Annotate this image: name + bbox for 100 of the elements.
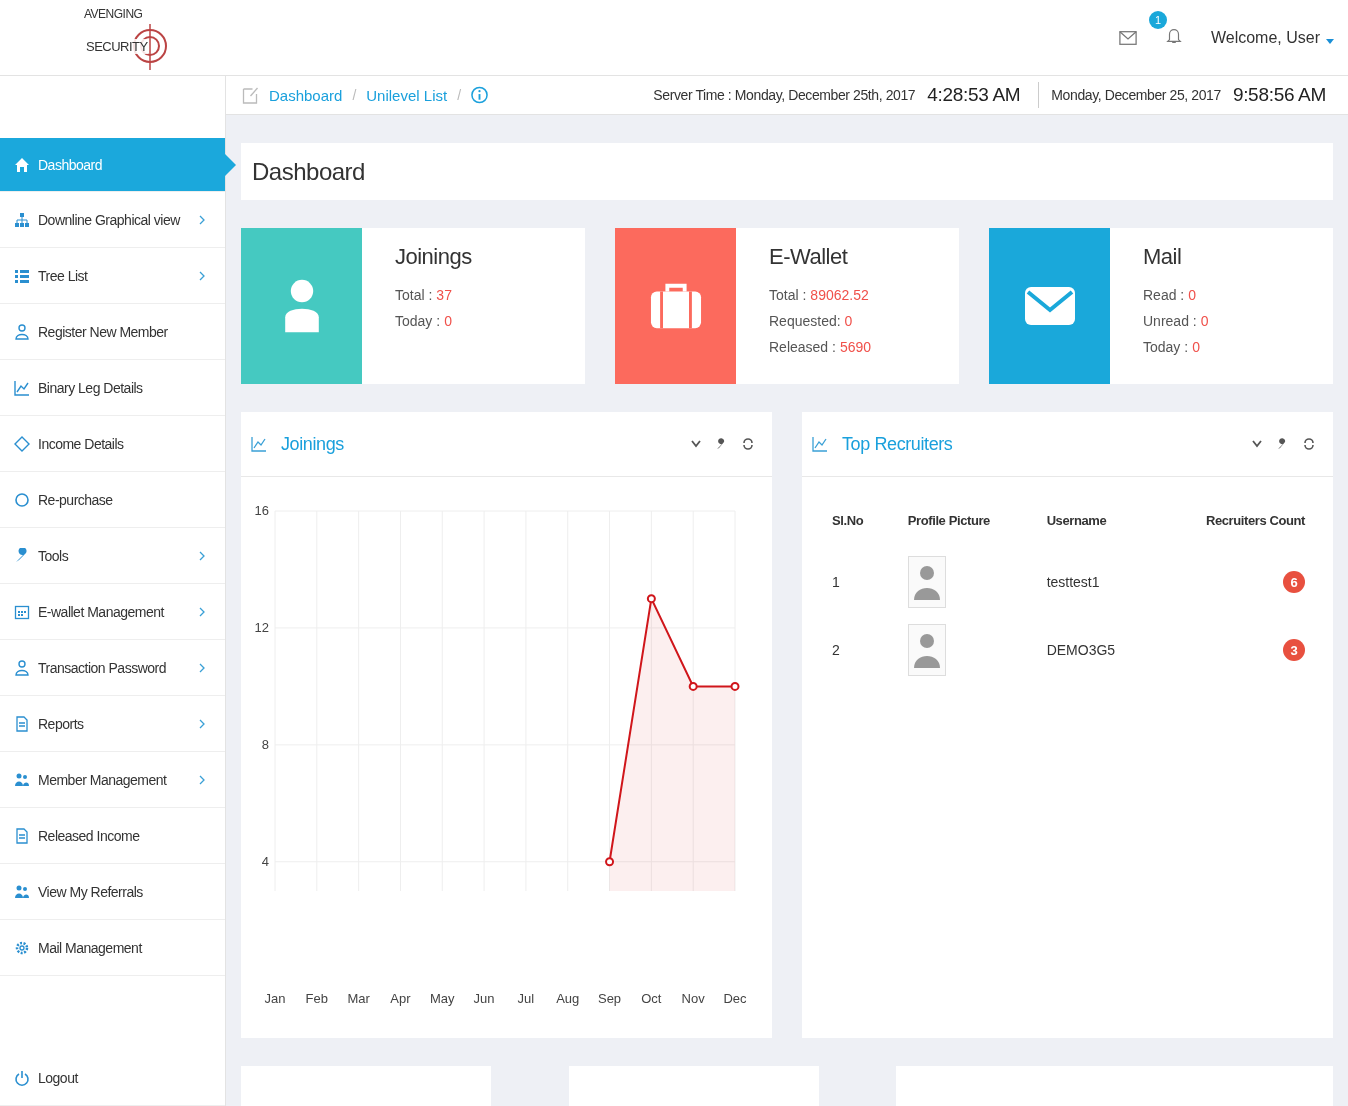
bell-icon[interactable] (1164, 26, 1183, 45)
chart-icon (812, 436, 828, 452)
stat-title: Mail (1143, 244, 1183, 270)
logo-text: SECURITY (86, 38, 148, 54)
stat-value: 37 (436, 287, 452, 303)
stat-value: 0 (1192, 339, 1200, 355)
x-tick-label: May (430, 991, 455, 1006)
stat-label: Today : (395, 313, 441, 329)
sidebar-item[interactable]: Register New Member (0, 304, 225, 360)
sidebar-item[interactable]: View My Referrals (0, 864, 225, 920)
chevron-icon (199, 774, 205, 785)
table-cell: 1 (832, 574, 840, 590)
y-tick-label: 4 (261, 853, 269, 869)
stat-value: 0 (844, 313, 853, 329)
notification-badge: 1 (1148, 10, 1167, 29)
breadcrumb-separator: / (352, 87, 357, 103)
column-header: Profile Picture (907, 513, 990, 528)
stat-value: 0 (444, 313, 452, 329)
calendar-icon (14, 603, 30, 620)
stat-label: Unread : (1143, 313, 1197, 329)
stat-label: Requested: (769, 313, 841, 329)
users-icon (14, 771, 30, 788)
gear-icon (14, 939, 30, 956)
sidebar-item[interactable]: Binary Leg Details (0, 360, 225, 416)
power-icon (14, 1069, 30, 1086)
stat-value: 0 (1200, 313, 1209, 329)
stat-label: Released : (769, 339, 836, 355)
column-header: Sl.No (832, 513, 864, 528)
logout-link[interactable]: Logout (0, 1050, 225, 1106)
panel-title: Joinings (281, 433, 344, 455)
x-tick-label: Sep (598, 991, 622, 1006)
local-time: 9:58:56 AM (1232, 84, 1326, 106)
person-icon (14, 659, 30, 676)
sidebar-item[interactable]: Mail Management (0, 920, 225, 976)
local-date: Monday, December 25, 2017 (1051, 87, 1221, 103)
stat-title: Joinings (395, 244, 472, 270)
data-point (688, 681, 698, 691)
sidebar-item[interactable]: Tools (0, 528, 225, 584)
users-icon (14, 883, 30, 900)
column-header: Username (1046, 513, 1107, 528)
avatar-icon (907, 624, 946, 676)
diamond-icon (14, 435, 30, 452)
chevron-icon (199, 550, 205, 561)
count-badge: 3 (1283, 639, 1305, 661)
x-tick-label: Feb (305, 991, 328, 1006)
stat-label: Total : (395, 287, 433, 303)
collapse-icon[interactable] (1251, 438, 1263, 450)
stat-label: Total : (769, 287, 807, 303)
stat-label: Read : (1143, 287, 1185, 303)
data-point (605, 857, 615, 867)
chevron-icon (199, 718, 205, 729)
sitemap-icon (14, 211, 30, 228)
sidebar-item[interactable]: Tree List (0, 248, 225, 304)
chart-icon (251, 436, 267, 452)
stat-value: 5690 (839, 339, 872, 355)
edit-icon (242, 86, 259, 104)
column-header: Recruiters Count (1205, 513, 1305, 528)
refresh-icon[interactable] (742, 438, 754, 450)
list-icon (14, 267, 30, 284)
sidebar-item[interactable]: Member Management (0, 752, 225, 808)
chevron-icon (199, 214, 205, 225)
chevron-icon (199, 270, 205, 281)
x-tick-label: Jul (517, 991, 535, 1006)
info-icon[interactable] (471, 86, 489, 104)
sidebar-item[interactable]: Income Details (0, 416, 225, 472)
sidebar-item[interactable]: Re-purchase (0, 472, 225, 528)
mail-icon[interactable] (1118, 28, 1137, 47)
x-tick-label: Dec (723, 991, 747, 1006)
y-tick-label: 8 (261, 736, 269, 752)
chevron-icon (199, 662, 205, 673)
user-menu[interactable]: Welcome, User (1210, 28, 1334, 47)
stat-value: 0 (1188, 287, 1197, 303)
server-time: 4:28:53 AM (927, 84, 1021, 106)
table-cell: testtest1 (1046, 574, 1100, 590)
document-icon (14, 715, 30, 732)
stat-title: E-Wallet (769, 244, 849, 270)
x-tick-label: Oct (641, 991, 662, 1006)
count-badge: 6 (1283, 571, 1305, 593)
sidebar-item[interactable]: Downline Graphical view (0, 192, 225, 248)
stat-value: 89062.52 (810, 287, 869, 303)
home-icon (14, 156, 30, 173)
sidebar-item[interactable]: Released Income (0, 808, 225, 864)
x-tick-label: Apr (390, 991, 411, 1006)
logo-text: AVENGING (84, 6, 143, 21)
chevron-icon (199, 606, 205, 617)
server-time-label: Server Time : Monday, December 25th, 2017 (653, 87, 916, 103)
collapse-icon[interactable] (690, 438, 702, 450)
x-tick-label: Mar (347, 991, 370, 1006)
refresh-icon[interactable] (1303, 438, 1315, 450)
table-cell: 2 (832, 642, 840, 658)
sidebar-item[interactable]: Transaction Password (0, 640, 225, 696)
sidebar-item[interactable]: Reports (0, 696, 225, 752)
x-tick-label: Jan (264, 991, 286, 1006)
breadcrumb-separator: / (457, 87, 462, 103)
data-point (730, 681, 740, 691)
sidebar-item[interactable]: E-wallet Management (0, 584, 225, 640)
user-icon (14, 323, 30, 340)
table-cell: DEMO3G5 (1046, 642, 1116, 658)
stat-label: Today : (1143, 339, 1189, 355)
data-point (646, 594, 656, 604)
